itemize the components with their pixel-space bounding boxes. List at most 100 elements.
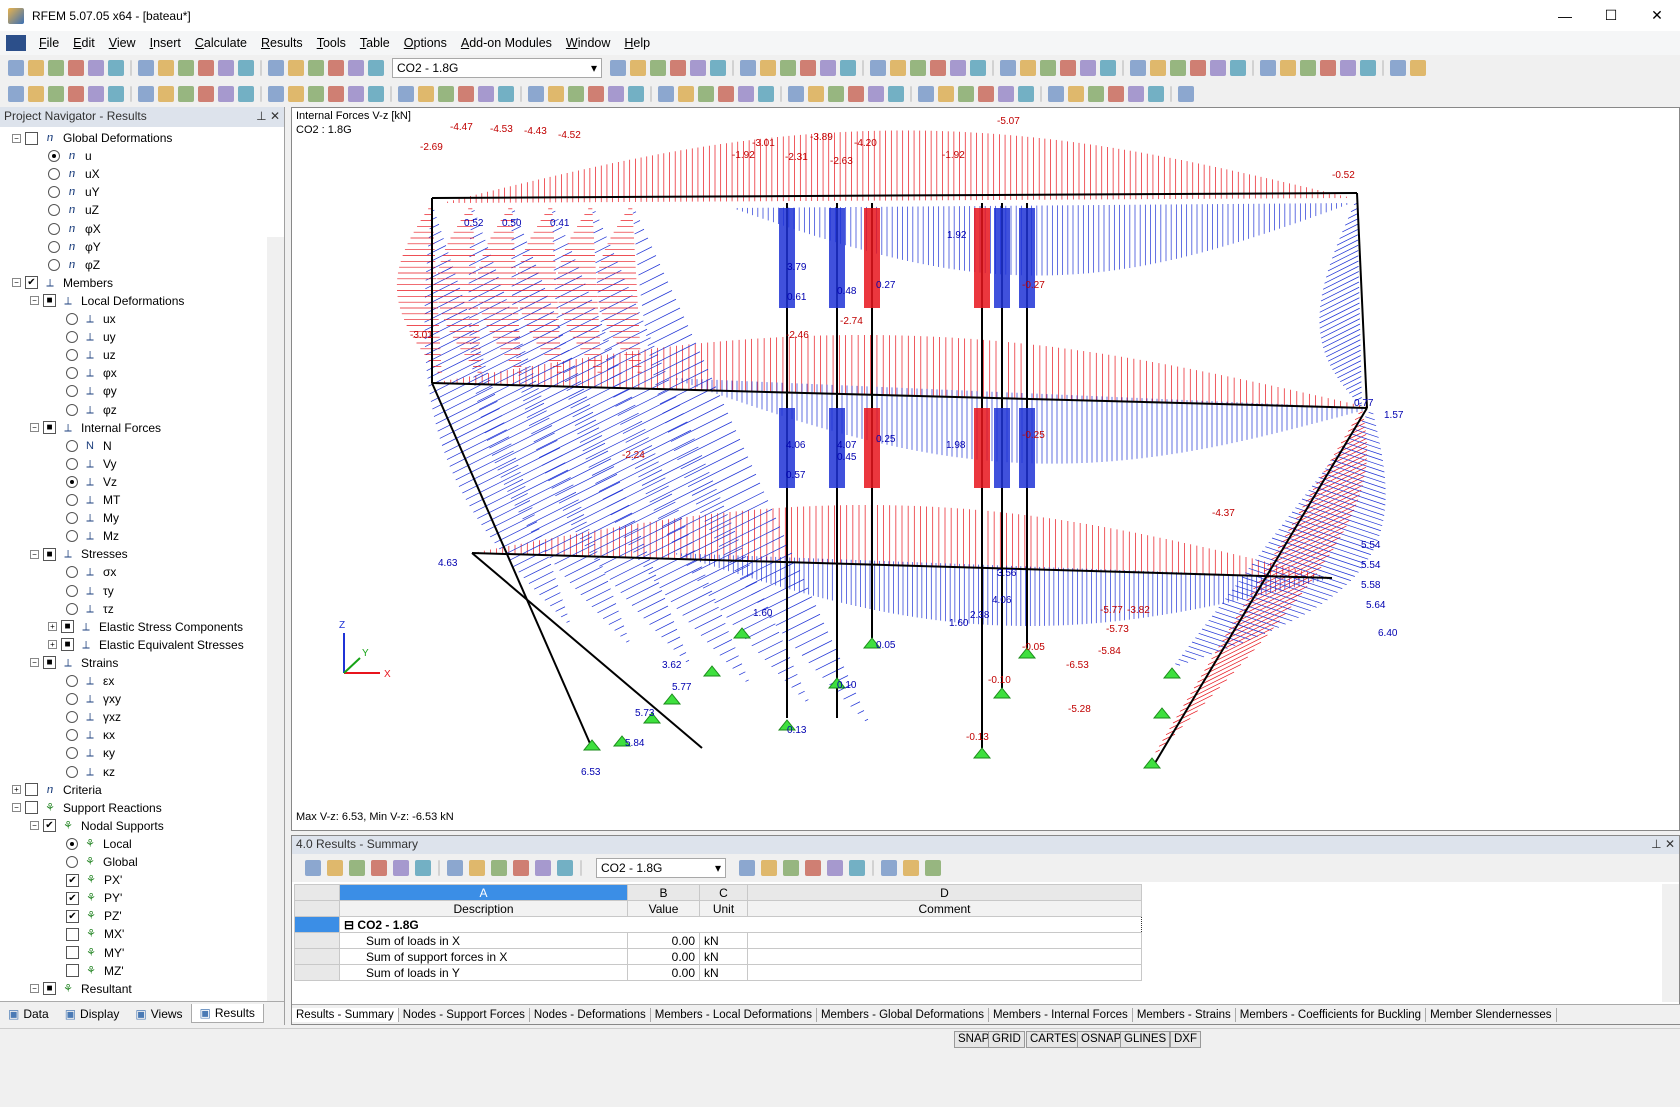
- results-tab[interactable]: Members - Strains: [1133, 1007, 1236, 1022]
- radio-button[interactable]: [66, 530, 78, 543]
- checkbox[interactable]: ✔: [66, 873, 79, 887]
- toolbar1-tool-icon[interactable]: [1382, 60, 1384, 76]
- toolbar2-tool-icon[interactable]: [1040, 86, 1042, 102]
- tree-item[interactable]: ⟂ τy: [66, 582, 114, 600]
- toolbar2-tool-icon[interactable]: [348, 86, 364, 102]
- toolbar1-tool-icon[interactable]: [1080, 60, 1096, 76]
- toolbar2-tool-icon[interactable]: [520, 86, 522, 102]
- toolbar2-tool-icon[interactable]: [1128, 86, 1144, 102]
- toolbar2-tool-icon[interactable]: [608, 86, 624, 102]
- results-tool-icon[interactable]: [739, 860, 755, 876]
- radio-button[interactable]: [48, 186, 60, 199]
- radio-button[interactable]: [48, 168, 60, 181]
- toolbar2-tool-icon[interactable]: [868, 86, 884, 102]
- toolbar2-tool-icon[interactable]: [998, 86, 1014, 102]
- collapse-icon[interactable]: −: [30, 549, 39, 559]
- toolbar2-tool-icon[interactable]: [738, 86, 754, 102]
- toolbar1-tool-icon[interactable]: [48, 60, 64, 76]
- toolbar2-tool-icon[interactable]: [260, 86, 262, 102]
- toolbar1-tool-icon[interactable]: [610, 60, 626, 76]
- radio-button[interactable]: [66, 439, 78, 452]
- support-icon[interactable]: [1162, 667, 1182, 679]
- radio-button[interactable]: [66, 747, 78, 760]
- toolbar2-tool-icon[interactable]: [888, 86, 904, 102]
- toolbar1-tool-icon[interactable]: [1040, 60, 1056, 76]
- toolbar2-tool-icon[interactable]: [158, 86, 174, 102]
- tree-item[interactable]: ⴖ φY: [48, 238, 101, 256]
- toolbar1-tool-icon[interactable]: [218, 60, 234, 76]
- toolbar2-tool-icon[interactable]: [198, 86, 214, 102]
- nav-tab-display[interactable]: ▣ Display: [57, 1005, 128, 1023]
- cell-description[interactable]: Sum of loads in Y: [339, 964, 628, 981]
- toolbar1-tool-icon[interactable]: [130, 60, 132, 76]
- radio-button[interactable]: [66, 385, 78, 398]
- toolbar1-tool-icon[interactable]: [158, 60, 174, 76]
- radio-button[interactable]: [66, 729, 78, 742]
- model-view[interactable]: Internal Forces V-z [kN] CO2 : 1.8G -2.6…: [291, 107, 1680, 831]
- toolbar2-tool-icon[interactable]: [1178, 86, 1194, 102]
- checkbox[interactable]: [25, 801, 38, 815]
- toolbar2-tool-icon[interactable]: [808, 86, 824, 102]
- toolbar2-tool-icon[interactable]: [978, 86, 994, 102]
- tree-item[interactable]: ⚘ Global: [66, 853, 138, 871]
- col-letter-d[interactable]: D: [747, 884, 1142, 901]
- radio-button[interactable]: [66, 765, 78, 778]
- results-tool-icon[interactable]: [491, 860, 507, 876]
- toolbar1-tool-icon[interactable]: [1320, 60, 1336, 76]
- toolbar1-tool-icon[interactable]: [1340, 60, 1356, 76]
- toolbar1-tool-icon[interactable]: [238, 60, 254, 76]
- tree-item[interactable]: ⟂ σx: [66, 563, 116, 581]
- toolbar2-tool-icon[interactable]: [658, 86, 674, 102]
- toolbar1-tool-icon[interactable]: [732, 60, 734, 76]
- col-letter-b[interactable]: B: [627, 884, 700, 901]
- toolbar2-tool-icon[interactable]: [108, 86, 124, 102]
- toolbar2-tool-icon[interactable]: [48, 86, 64, 102]
- collapse-icon[interactable]: −: [30, 821, 39, 831]
- toolbar1-tool-icon[interactable]: [68, 60, 84, 76]
- toolbar1-tool-icon[interactable]: [1260, 60, 1276, 76]
- tree-item[interactable]: ⚘ Local: [66, 835, 132, 853]
- toolbar2-tool-icon[interactable]: [418, 86, 434, 102]
- support-icon[interactable]: [992, 687, 1012, 699]
- results-tab[interactable]: Members - Local Deformations: [651, 1007, 817, 1022]
- radio-button[interactable]: [66, 512, 78, 525]
- tree-item[interactable]: ⟂ Vz: [66, 473, 117, 491]
- expand-icon[interactable]: +: [48, 640, 57, 650]
- tree-item[interactable]: + ■ ⟂ Elastic Equivalent Stresses: [48, 636, 244, 654]
- radio-button[interactable]: [66, 693, 78, 706]
- results-tool-icon[interactable]: [305, 860, 321, 876]
- table-row[interactable]: Sum of support forces in X 0.00 kN: [294, 948, 1142, 965]
- cell-unit[interactable]: kN: [699, 932, 748, 949]
- cell-comment[interactable]: [747, 932, 1142, 949]
- toolbar1-tool-icon[interactable]: [178, 60, 194, 76]
- menu-add-on-modules[interactable]: Add-on Modules: [454, 36, 559, 50]
- minimize-button[interactable]: —: [1542, 0, 1588, 31]
- tree-item[interactable]: ⟂ ux: [66, 310, 116, 328]
- cell-value[interactable]: 0.00: [627, 948, 700, 965]
- toolbar1-tool-icon[interactable]: [1230, 60, 1246, 76]
- checkbox[interactable]: ✔: [66, 891, 79, 905]
- results-tab[interactable]: Members - Internal Forces: [989, 1007, 1133, 1022]
- tree-item[interactable]: ⟂ φz: [66, 401, 117, 419]
- checkbox[interactable]: ✔: [66, 909, 79, 923]
- toolbar2-tool-icon[interactable]: [478, 86, 494, 102]
- toolbar2-tool-icon[interactable]: [398, 86, 414, 102]
- toolbar2-tool-icon[interactable]: [650, 86, 652, 102]
- toolbar2-tool-icon[interactable]: [238, 86, 254, 102]
- tree-item[interactable]: ⟂ εx: [66, 672, 114, 690]
- results-tool-icon[interactable]: [783, 860, 799, 876]
- results-tool-icon[interactable]: [881, 860, 897, 876]
- results-tool-icon[interactable]: [469, 860, 485, 876]
- tree-item[interactable]: ⴖu: [48, 147, 92, 165]
- results-tab[interactable]: Members - Global Deformations: [817, 1007, 989, 1022]
- radio-button[interactable]: [66, 349, 78, 362]
- menu-tools[interactable]: Tools: [310, 36, 353, 50]
- tree-item[interactable]: − ✔ ⟂ Members: [12, 274, 113, 292]
- radio-button[interactable]: [48, 150, 60, 163]
- toolbar1-tool-icon[interactable]: [630, 60, 646, 76]
- toolbar2-tool-icon[interactable]: [788, 86, 804, 102]
- results-tool-icon[interactable]: [557, 860, 573, 876]
- checkbox[interactable]: ✔: [25, 276, 38, 290]
- toolbar1-tool-icon[interactable]: [308, 60, 324, 76]
- load-case-select[interactable]: CO2 - 1.8G ▾: [392, 58, 602, 78]
